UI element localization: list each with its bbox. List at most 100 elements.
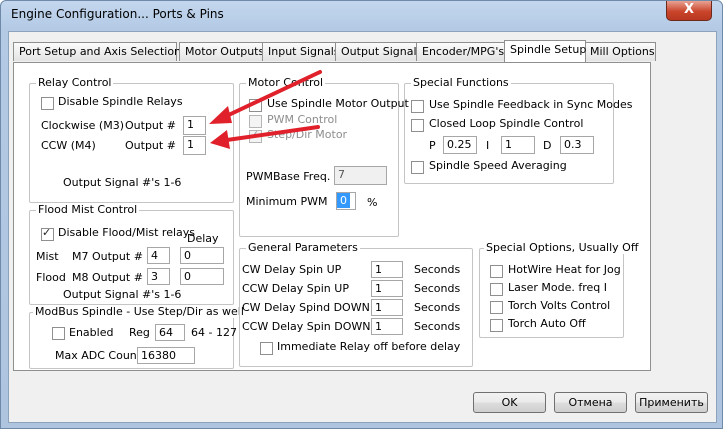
minimum-pwm-field[interactable]: 0 [336, 192, 356, 210]
flood-delay-field[interactable]: 0 [180, 268, 224, 285]
ccw-label: CCW (M4) [41, 139, 96, 152]
reg-field[interactable]: 64 [155, 324, 185, 341]
tab-encoder-mpg[interactable]: Encoder/MPG's [416, 42, 505, 61]
mist-delay-field[interactable]: 0 [180, 247, 224, 264]
modbus-title: ModBus Spindle - Use Step/Dir as well [33, 305, 246, 318]
ccw-output-field[interactable]: 1 [183, 136, 206, 155]
immediate-relay-off-label: Immediate Relay off before delay [277, 340, 461, 353]
d-field[interactable]: 0.3 [560, 136, 594, 154]
torch-auto-off-checkbox[interactable] [490, 319, 503, 332]
i-label: I [486, 139, 490, 152]
mist-output-field[interactable]: 4 [147, 247, 170, 264]
hotwire-heat-checkbox[interactable] [490, 265, 503, 278]
special-options-group: Special Options, Usually Off HotWire Hea… [479, 241, 641, 338]
mist-output-label: M7 Output # [72, 250, 143, 263]
pwm-control-label: PWM Control [267, 113, 338, 126]
laser-mode-checkbox[interactable] [490, 283, 503, 296]
tab-spindle-setup[interactable]: Spindle Setup [504, 40, 586, 62]
relay-control-title: Relay Control [36, 76, 114, 89]
d-label: D [543, 139, 552, 152]
clockwise-label: Clockwise (M3) [41, 119, 125, 132]
spindle-feedback-label: Use Spindle Feedback in Sync Modes [429, 98, 633, 111]
modbus-enabled-checkbox[interactable] [52, 327, 65, 340]
mist-label: Mist [36, 250, 59, 263]
torch-volts-label: Torch Volts Control [508, 299, 611, 312]
cw-delay-spin-up-label: CW Delay Spin UP [242, 263, 342, 276]
cancel-button[interactable]: Отмена [554, 392, 627, 413]
ccw-delay-spin-down-field[interactable]: 1 [371, 318, 403, 335]
cw-delay-spin-up-unit: Seconds [414, 263, 461, 276]
cw-output-label: Output # [125, 119, 176, 132]
apply-button[interactable]: Применить [635, 392, 708, 413]
close-icon: X [683, 2, 695, 17]
spindle-feedback-checkbox[interactable] [411, 100, 424, 113]
pwm-base-freq-field[interactable]: 7 [334, 166, 387, 185]
tab-mill-options[interactable]: Mill Options [584, 42, 656, 61]
ccw-delay-spin-up-label: CCW Delay Spin UP [242, 282, 349, 295]
laser-mode-label: Laser Mode. freq I [508, 281, 607, 294]
general-parameters-group: General Parameters CW Delay Spin UP 1 Se… [239, 241, 473, 367]
tab-input-signals[interactable]: Input Signals [262, 42, 340, 61]
special-functions-group: Special Functions Use Spindle Feedback i… [404, 76, 632, 184]
close-button[interactable]: X [666, 1, 712, 21]
max-adc-label: Max ADC Count [55, 349, 142, 362]
disable-flood-mist-checkbox[interactable] [41, 226, 54, 241]
cw-delay-spin-down-field[interactable]: 1 [371, 299, 403, 316]
flood-mist-group: Flood Mist Control Disable Flood/Mist re… [29, 203, 234, 305]
modbus-enabled-label: Enabled [69, 326, 114, 339]
motor-control-group: Motor Control Use Spindle Motor Output P… [239, 76, 409, 237]
ccw-delay-spin-down-unit: Seconds [414, 320, 461, 333]
reg-range-label: 64 - 127 [191, 326, 237, 339]
cw-delay-spin-down-unit: Seconds [414, 301, 461, 314]
flood-output-note: Output Signal #'s 1-6 [63, 288, 182, 301]
torch-volts-checkbox[interactable] [490, 301, 503, 314]
spindle-setup-panel: Relay Control Disable Spindle Relays Clo… [13, 62, 651, 371]
immediate-relay-off-checkbox[interactable] [260, 342, 273, 355]
delay-label: Delay [187, 232, 219, 245]
modbus-spindle-group: ModBus Spindle - Use Step/Dir as well En… [29, 305, 246, 369]
minimum-pwm-label: Minimum PWM [246, 195, 328, 208]
i-field[interactable]: 1 [501, 136, 535, 154]
engine-config-window: Engine Configuration... Ports & Pins X P… [0, 0, 723, 429]
closed-loop-checkbox[interactable] [411, 119, 424, 132]
ok-button[interactable]: OK [473, 392, 546, 413]
pwm-base-freq-label: PWMBase Freq. [246, 170, 331, 183]
motor-control-title: Motor Control [246, 76, 326, 89]
use-spindle-motor-checkbox[interactable] [249, 99, 262, 112]
cw-output-field[interactable]: 1 [183, 116, 206, 135]
window-title: Engine Configuration... Ports & Pins [11, 7, 224, 21]
ccw-delay-spin-down-label: CCW Delay Spin DOWN [242, 320, 371, 333]
disable-spindle-relays-checkbox[interactable] [41, 97, 54, 110]
flood-output-field[interactable]: 3 [147, 268, 170, 285]
tab-port-setup[interactable]: Port Setup and Axis Selection [13, 42, 181, 61]
title-bar[interactable]: Engine Configuration... Ports & Pins X [1, 1, 722, 29]
special-functions-title: Special Functions [411, 76, 511, 89]
disable-spindle-relays-label: Disable Spindle Relays [58, 95, 183, 108]
flood-output-label: M8 Output # [72, 271, 143, 284]
relay-output-note: Output Signal #'s 1-6 [63, 176, 182, 189]
cw-delay-spin-up-field[interactable]: 1 [371, 261, 403, 278]
ccw-delay-spin-up-field[interactable]: 1 [371, 280, 403, 297]
general-parameters-title: General Parameters [246, 241, 360, 254]
p-label: P [429, 139, 436, 152]
tab-output-signals[interactable]: Output Signals [335, 42, 422, 61]
speed-averaging-checkbox[interactable] [411, 161, 424, 174]
ccw-delay-spin-up-unit: Seconds [414, 282, 461, 295]
step-dir-motor-label: Step/Dir Motor [267, 128, 348, 141]
closed-loop-label: Closed Loop Spindle Control [429, 117, 584, 130]
flood-mist-title: Flood Mist Control [36, 203, 140, 216]
tab-motor-outputs[interactable]: Motor Outputs [179, 42, 264, 61]
disable-flood-mist-label: Disable Flood/Mist relays [58, 226, 196, 239]
use-spindle-motor-label: Use Spindle Motor Output [267, 97, 409, 110]
cw-delay-spin-down-label: CW Delay Spind DOWN [242, 301, 370, 314]
max-adc-field[interactable]: 16380 [137, 347, 195, 364]
step-dir-motor-checkbox[interactable] [249, 128, 262, 143]
flood-label: Flood [36, 271, 66, 284]
dialog-client: Port Setup and Axis Selection Motor Outp… [8, 31, 717, 423]
reg-label: Reg [129, 326, 150, 339]
ccw-output-label: Output # [125, 139, 176, 152]
p-field[interactable]: 0.25 [443, 136, 477, 154]
hotwire-heat-label: HotWire Heat for Jog [508, 263, 621, 276]
special-options-title: Special Options, Usually Off [484, 241, 641, 254]
pwm-control-checkbox[interactable] [249, 115, 262, 128]
